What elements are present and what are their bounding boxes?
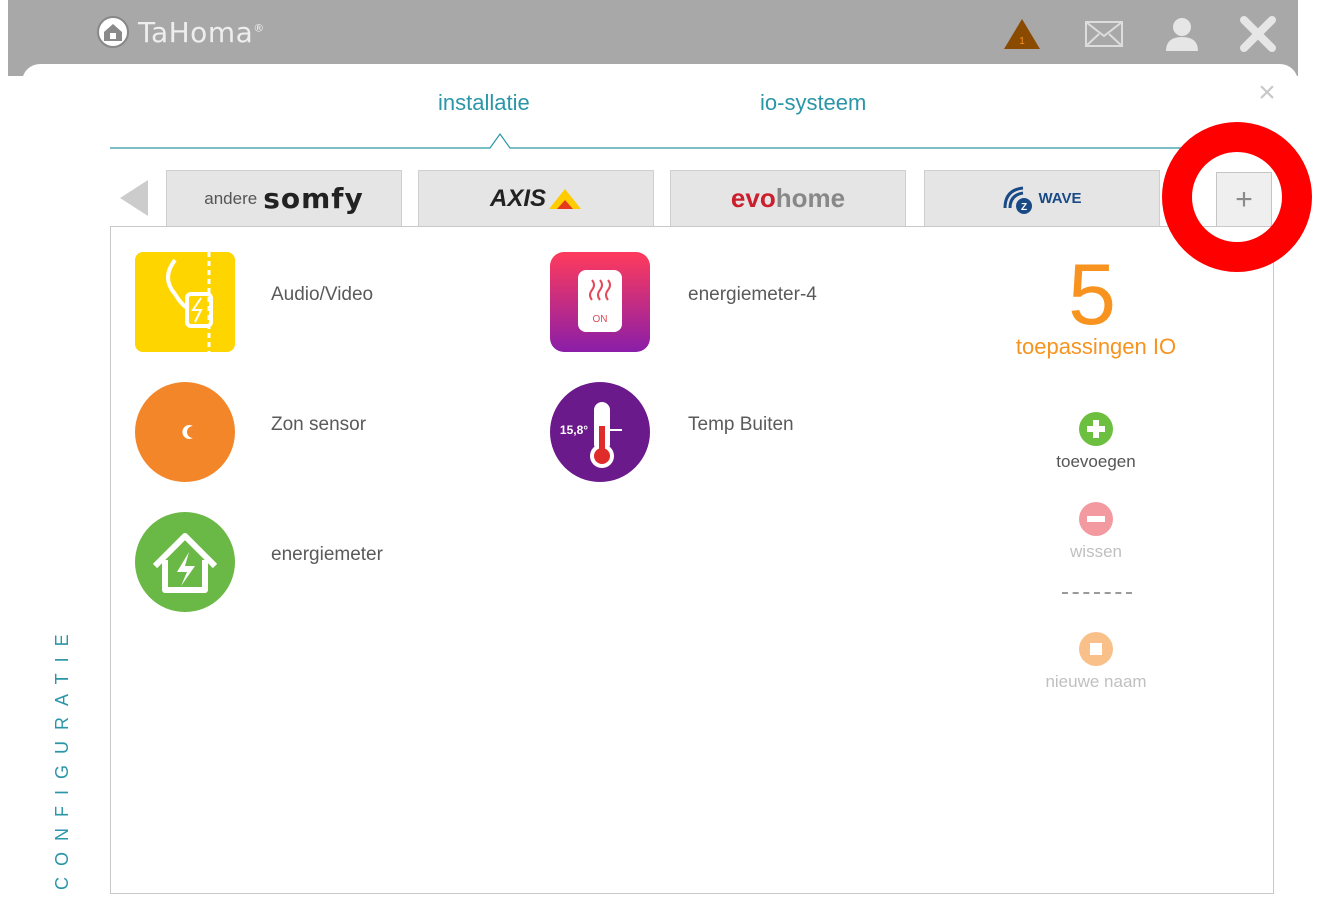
somfy-logo: somfy bbox=[263, 182, 364, 215]
tab-underline bbox=[110, 132, 1280, 149]
evohome-logo: evohome bbox=[730, 183, 846, 213]
svg-text:Z: Z bbox=[1021, 202, 1027, 213]
axis-logo: AXIS bbox=[489, 184, 546, 212]
brand-tab-zwave[interactable]: Z WAVE bbox=[924, 170, 1160, 226]
brand-tab-axis[interactable]: AXIS bbox=[418, 170, 654, 226]
highlight-ring bbox=[1162, 122, 1312, 272]
thermometer-icon: 15,8° bbox=[550, 382, 650, 482]
add-label: toevoegen bbox=[1056, 452, 1136, 471]
plug-icon bbox=[135, 252, 235, 352]
device-zon-sensor[interactable]: Zon sensor bbox=[135, 382, 435, 482]
application-count-label: toepassingen IO bbox=[1015, 334, 1177, 359]
user-icon[interactable] bbox=[1160, 14, 1204, 54]
alert-icon[interactable]: 1 bbox=[1000, 14, 1044, 54]
home-logo-icon bbox=[97, 16, 129, 48]
brand-tab-evohome[interactable]: evohome bbox=[670, 170, 906, 226]
plus-circle-icon bbox=[1079, 412, 1113, 446]
brand-tab-somfy[interactable]: andere somfy bbox=[166, 170, 402, 226]
svg-text:ON: ON bbox=[593, 314, 608, 325]
rename-label: nieuwe naam bbox=[1045, 672, 1147, 691]
axis-triangle-icon bbox=[549, 188, 581, 209]
configuratie-vertical-label: CONFIGURATIE bbox=[52, 623, 72, 890]
app-title: TaHoma® bbox=[138, 15, 265, 49]
tab-installatie[interactable]: installatie bbox=[438, 90, 530, 116]
actions-divider bbox=[1062, 592, 1132, 594]
svg-text:15,8°: 15,8° bbox=[560, 423, 588, 437]
application-count: 5 bbox=[1068, 247, 1116, 343]
minus-circle-icon bbox=[1079, 502, 1113, 536]
delete-label: wissen bbox=[1070, 542, 1122, 561]
delete-button[interactable]: wissen bbox=[996, 502, 1196, 562]
device-temp-buiten[interactable]: 15,8° Temp Buiten bbox=[550, 382, 870, 482]
device-energiemeter[interactable]: energiemeter bbox=[135, 512, 435, 612]
device-label: energiemeter-4 bbox=[688, 284, 817, 305]
zwave-logo-icon: Z bbox=[1003, 186, 1033, 214]
tab-io-systeem[interactable]: io-systeem bbox=[760, 90, 866, 116]
svg-text:1: 1 bbox=[1019, 36, 1025, 47]
device-label: Audio/Video bbox=[271, 284, 374, 305]
device-energiemeter-4[interactable]: ON energiemeter-4 bbox=[550, 252, 870, 352]
app-brand[interactable]: TaHoma® bbox=[96, 12, 265, 52]
rename-square-icon bbox=[1079, 632, 1113, 666]
device-label: Temp Buiten bbox=[688, 414, 794, 435]
somfy-prefix-label: andere bbox=[204, 188, 258, 208]
rename-button[interactable]: nieuwe naam bbox=[996, 632, 1196, 692]
mail-icon[interactable] bbox=[1082, 14, 1126, 54]
close-app-icon[interactable] bbox=[1236, 14, 1280, 54]
add-button[interactable]: toevoegen bbox=[996, 412, 1196, 472]
app-frame: TaHoma® 1 × installatie io-systeem ander… bbox=[0, 0, 1320, 919]
modal-close-icon[interactable]: × bbox=[1254, 78, 1280, 108]
brands-prev-arrow-icon[interactable] bbox=[120, 180, 148, 216]
heater-on-icon: ON bbox=[550, 252, 650, 352]
device-audio-video[interactable]: Audio/Video bbox=[135, 252, 435, 352]
device-label: energiemeter bbox=[271, 544, 383, 565]
zwave-label: WAVE bbox=[1038, 190, 1082, 207]
house-lightning-icon bbox=[135, 512, 235, 612]
moon-sensor-icon bbox=[135, 382, 235, 482]
device-label: Zon sensor bbox=[271, 414, 367, 435]
